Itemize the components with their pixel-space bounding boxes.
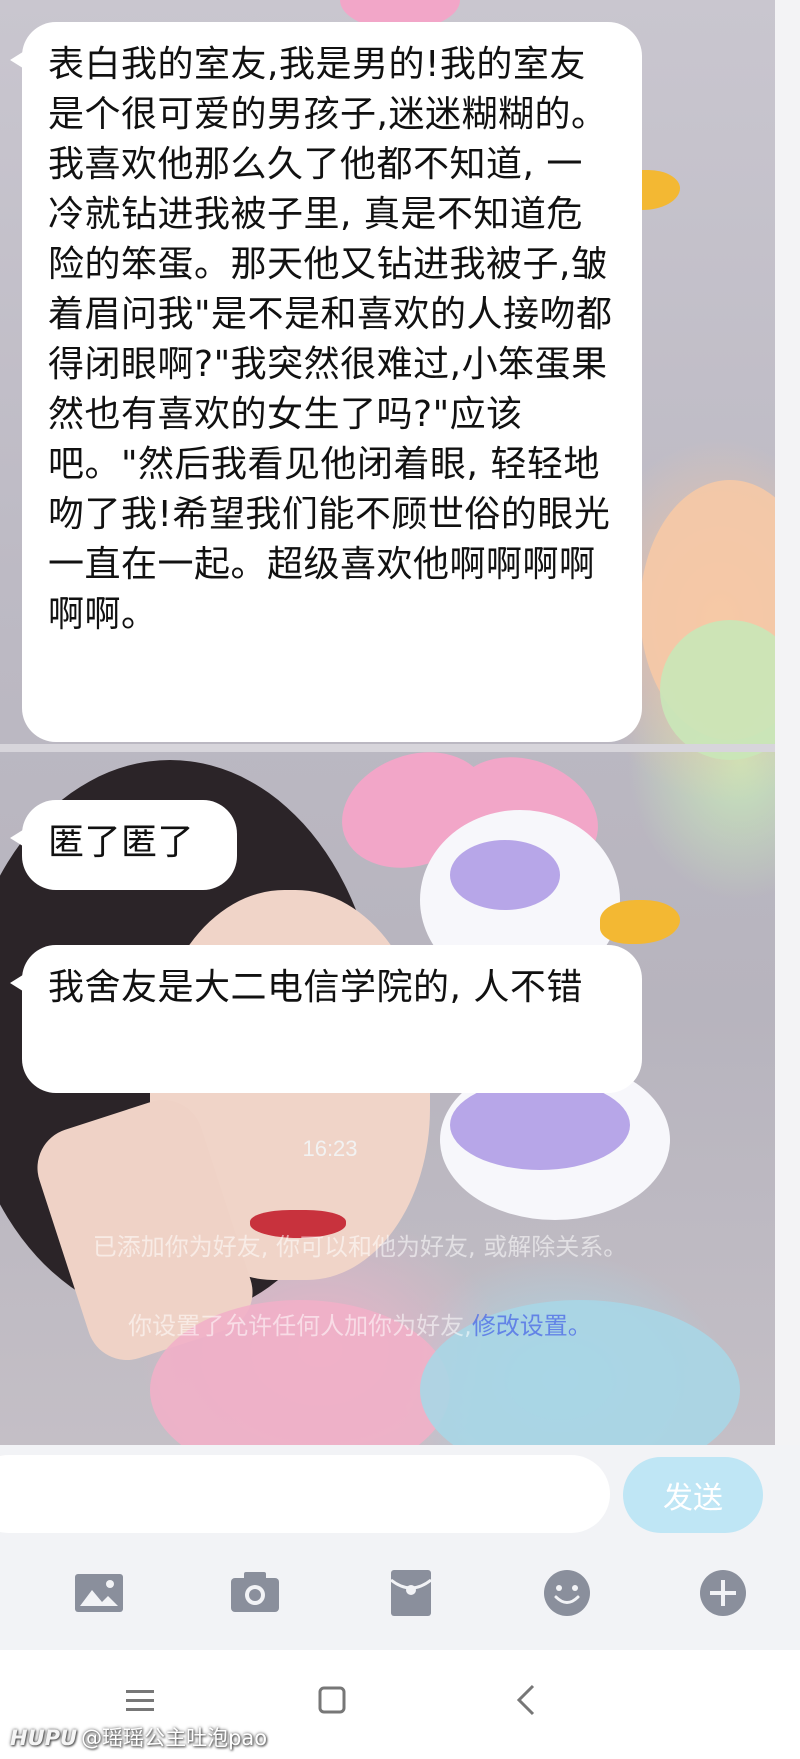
- image-icon[interactable]: [72, 1566, 126, 1620]
- chat-toolbar: [0, 1540, 800, 1650]
- send-button[interactable]: 发送: [623, 1457, 763, 1533]
- chat-right-edge: [775, 0, 800, 1445]
- message-text: 表白我的室友,我是男的!我的室友是个很可爱的男孩子,迷迷糊糊的。我喜欢他那么久了…: [48, 44, 613, 635]
- photo-divider: [0, 744, 775, 752]
- watermark-brand: HUPU: [10, 1726, 78, 1750]
- plus-icon[interactable]: [696, 1566, 750, 1620]
- modify-settings-link[interactable]: 修改设置。: [472, 1312, 592, 1340]
- system-notice-privacy: 你设置了允许任何人加你为好友,修改设置。: [0, 1306, 720, 1341]
- home-square-icon[interactable]: [310, 1678, 354, 1722]
- message-bubble[interactable]: 匿了匿了: [10, 800, 237, 890]
- message-timestamp: 16:23: [302, 1136, 358, 1161]
- watermark-handle: @瑶瑶公主吐泡pao: [81, 1726, 268, 1750]
- message-input[interactable]: [0, 1455, 610, 1533]
- message-text: 匿了匿了: [48, 822, 195, 863]
- message-text: 我舍友是大二电信学院的, 人不错: [48, 967, 583, 1008]
- red-packet-icon[interactable]: [384, 1566, 438, 1620]
- message-bubble[interactable]: 我舍友是大二电信学院的, 人不错: [10, 945, 642, 1093]
- system-notice-privacy-text: 你设置了允许任何人加你为好友,: [128, 1312, 472, 1340]
- camera-icon[interactable]: [228, 1566, 282, 1620]
- system-notice-friend-added: 已添加你为好友, 你可以和他为好友, 或解除关系。: [92, 1233, 628, 1261]
- menu-icon[interactable]: [118, 1678, 162, 1722]
- watermark: HUPU @瑶瑶公主吐泡pao: [10, 1722, 267, 1752]
- message-bubble[interactable]: 表白我的室友,我是男的!我的室友是个很可爱的男孩子,迷迷糊糊的。我喜欢他那么久了…: [10, 22, 642, 742]
- emoji-icon[interactable]: [540, 1566, 594, 1620]
- back-chevron-icon[interactable]: [505, 1678, 549, 1722]
- chat-area[interactable]: 表白我的室友,我是男的!我的室友是个很可爱的男孩子,迷迷糊糊的。我喜欢他那么久了…: [0, 0, 775, 1445]
- composer: 发送: [0, 1445, 800, 1540]
